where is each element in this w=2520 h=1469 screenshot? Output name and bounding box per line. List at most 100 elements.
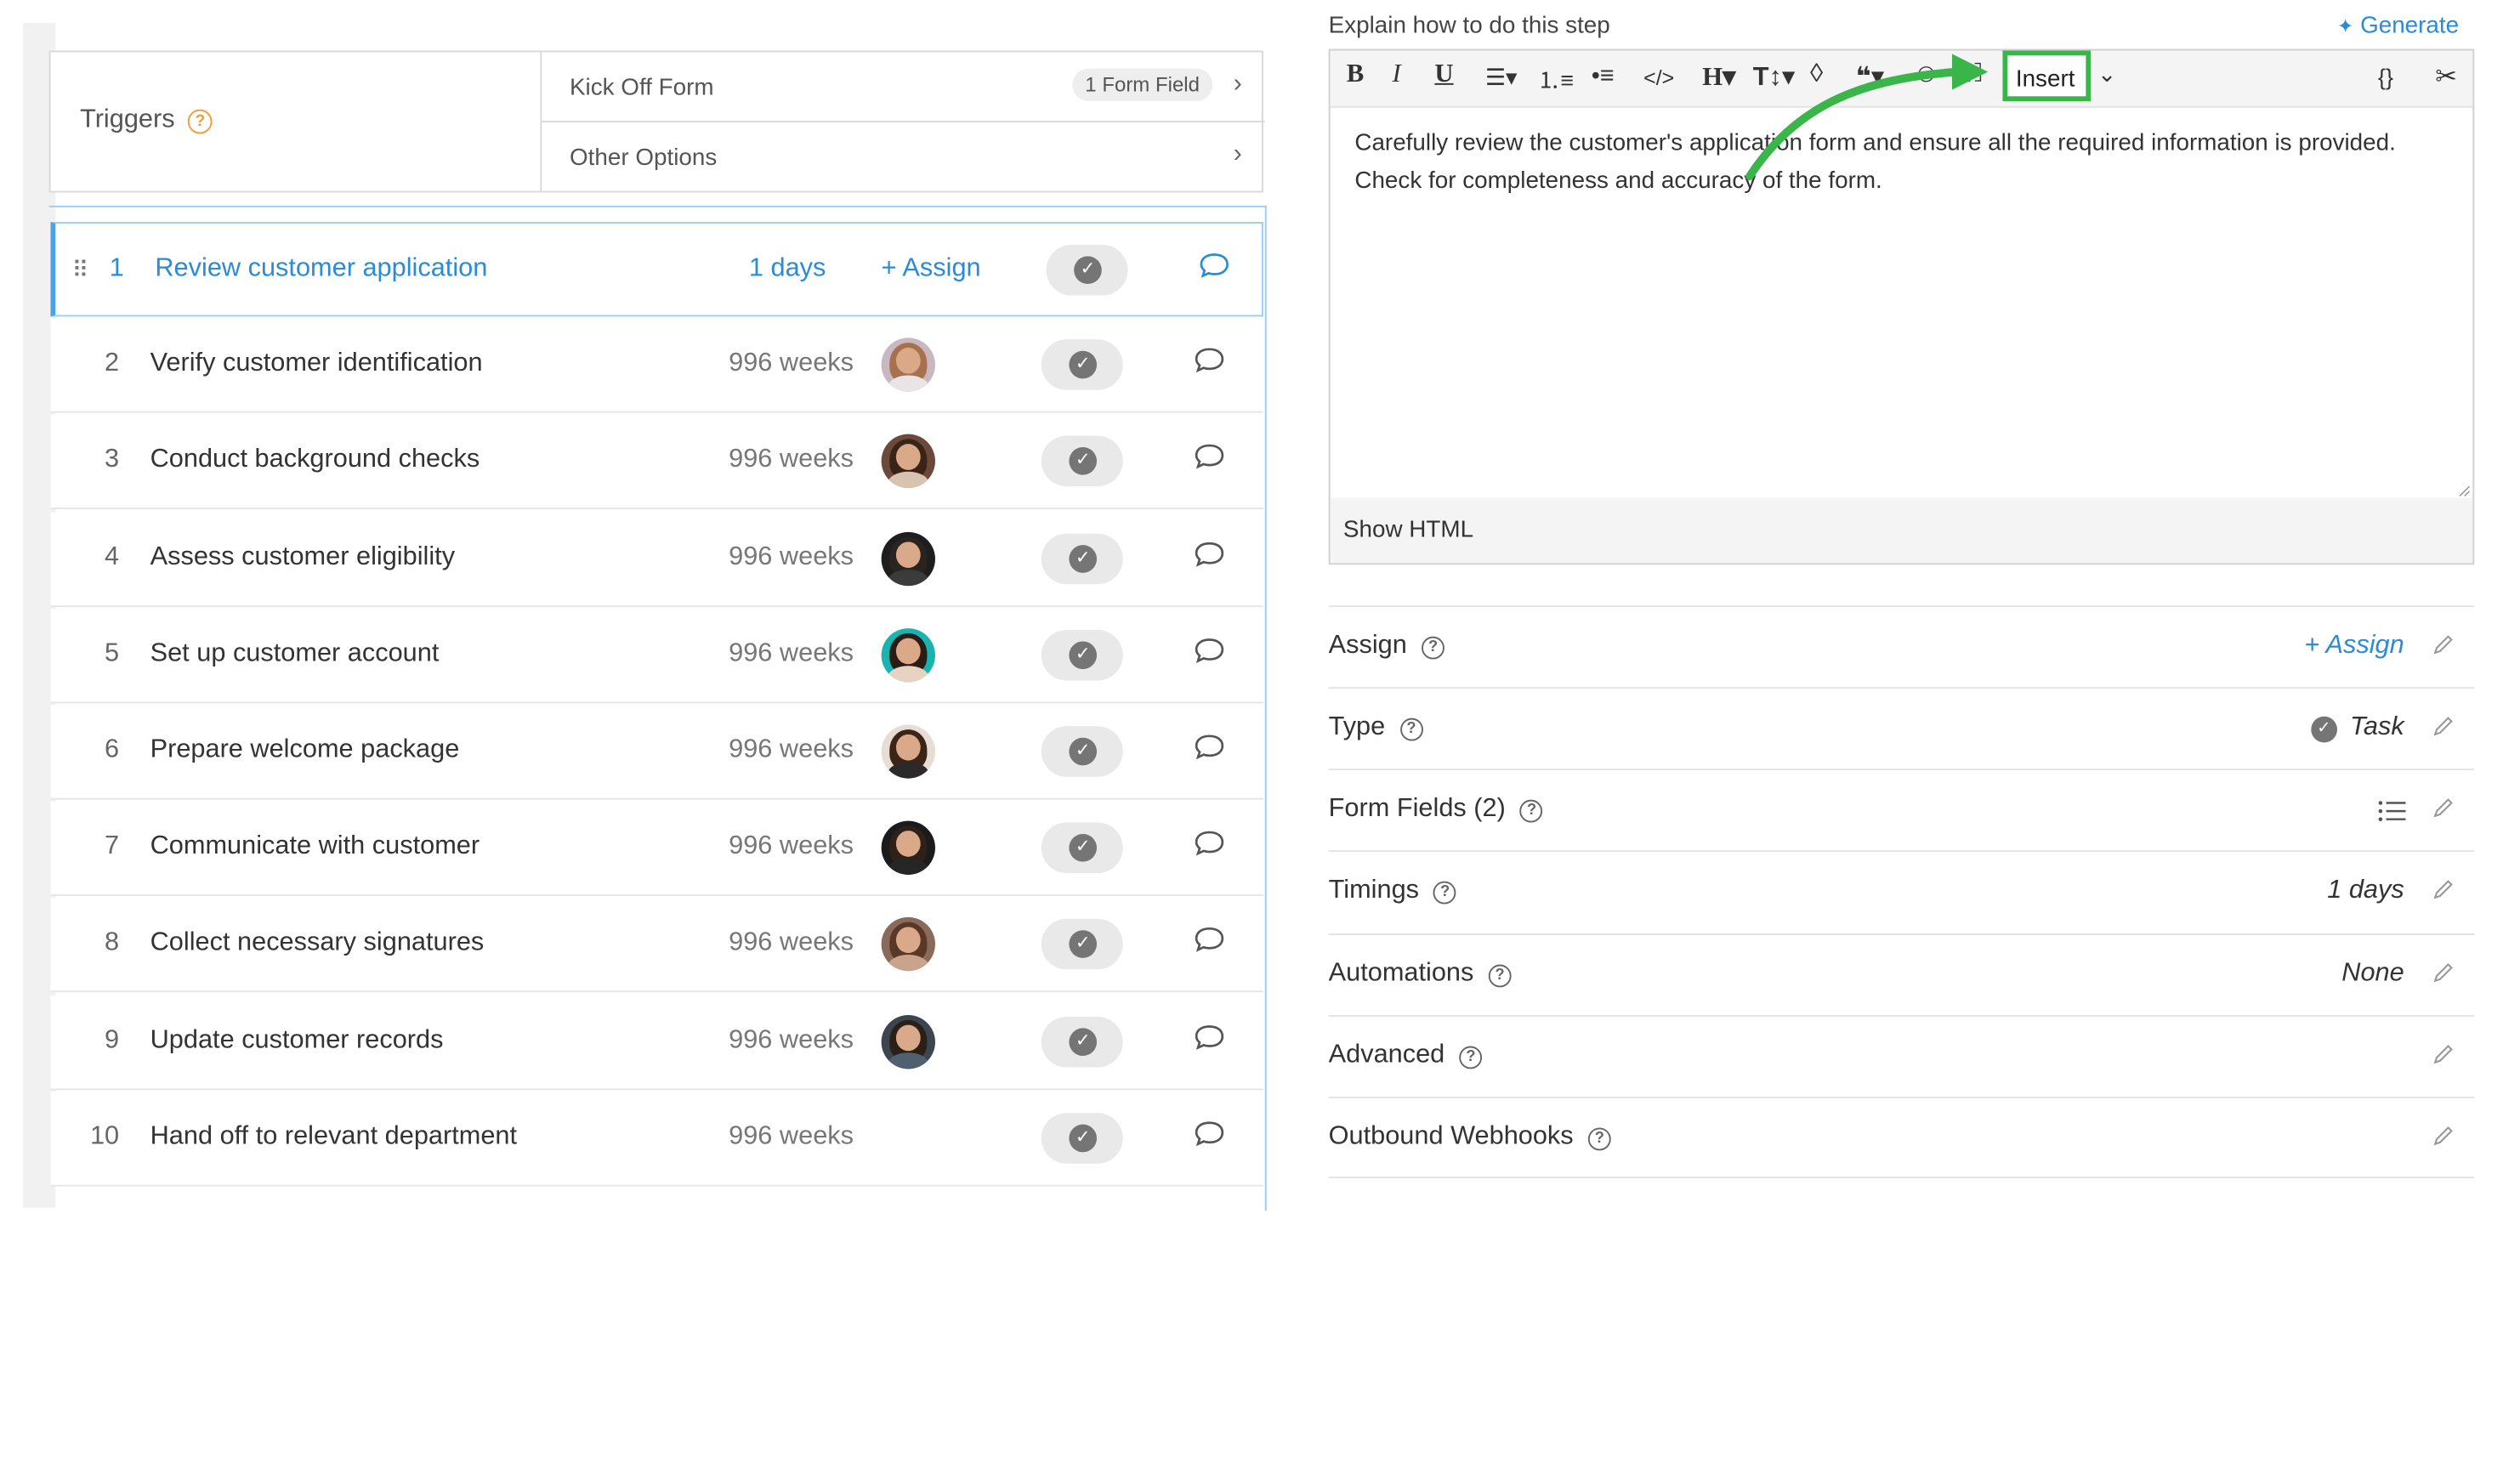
comment-icon[interactable] [1193,828,1225,860]
type-row[interactable]: Type? ✓ Task [1328,687,2475,769]
step-duration: 1 days [748,254,826,283]
help-icon[interactable]: ? [1433,881,1457,905]
insert-button[interactable]: Insert [2016,67,2075,94]
pencil-icon[interactable] [2432,797,2455,820]
editor-footer: Show HTML [1330,497,2473,564]
step-row[interactable]: 8 Collect necessary signatures 996 weeks ✓ [50,898,1263,993]
step-row[interactable]: 6 Prepare welcome package 996 weeks ✓ [50,705,1263,800]
help-icon[interactable]: ? [1520,799,1543,823]
help-icon[interactable]: ? [187,109,213,134]
comment-icon[interactable] [1198,250,1230,282]
avatar[interactable] [881,627,935,683]
avatar[interactable] [881,917,935,972]
step-row[interactable]: 4 Assess customer eligibility 996 weeks ✓ [50,512,1263,607]
help-icon[interactable]: ? [1399,717,1423,741]
step-row[interactable]: 7 Communicate with customer 996 weeks ✓ [50,801,1263,897]
check-circle-icon: ✓ [1069,1124,1098,1152]
comment-icon[interactable] [1193,1118,1225,1150]
step-row[interactable]: 5 Set up customer account 996 weeks ✓ [50,608,1263,704]
type-label: Type? [1329,713,1423,743]
step-title[interactable]: Prepare welcome package [150,736,460,766]
step-row[interactable]: 10 Hand off to relevant department 996 wee… [50,1091,1263,1187]
kick-off-form-row[interactable]: Kick Off Form 1 Form Field › [542,52,1265,122]
automations-row[interactable]: Automations? None [1328,933,2475,1015]
task-type-toggle[interactable]: ✓ [1041,339,1123,391]
avatar[interactable] [881,337,935,393]
step-number: 10 [89,1122,120,1150]
task-type-toggle[interactable]: ✓ [1041,822,1123,874]
form-fields-row[interactable]: Form Fields (2)? [1328,769,2475,850]
task-type-toggle[interactable]: ✓ [1041,1016,1123,1067]
step-duration: 996 weeks [729,349,854,377]
assign-link[interactable]: + Assign [2304,632,2404,661]
comment-icon[interactable] [1193,1021,1225,1053]
bold-icon[interactable]: B [1347,60,1364,90]
pencil-icon[interactable] [2432,1125,2455,1148]
step-title[interactable]: Collect necessary signatures [150,929,485,959]
pencil-icon[interactable] [2432,633,2455,656]
drag-handle-icon[interactable]: ⠿ [71,256,88,284]
other-options-row[interactable]: Other Options › [542,122,1264,193]
pencil-icon[interactable] [2432,961,2455,984]
task-type-toggle[interactable]: ✓ [1041,436,1123,487]
outbound-webhooks-row[interactable]: Outbound Webhooks? [1328,1097,2475,1179]
scissors-icon[interactable]: ✂ [2435,60,2457,93]
pencil-icon[interactable] [2432,715,2455,738]
step-title[interactable]: Hand off to relevant department [150,1122,517,1152]
step-row[interactable]: 3 Conduct background checks 996 weeks ✓ [50,415,1263,510]
timings-row[interactable]: Timings? 1 days [1328,850,2475,932]
step-row[interactable]: 2 Verify customer identification 996 weeks… [50,318,1263,414]
step-title[interactable]: Review customer application [155,254,487,284]
check-circle-icon: ✓ [1069,447,1098,476]
task-type-toggle[interactable]: ✓ [1041,1112,1123,1164]
triggers-label: Triggers [80,105,175,134]
underline-icon[interactable]: U [1434,60,1453,90]
step-title[interactable]: Communicate with customer [150,832,480,862]
avatar[interactable] [881,1014,935,1069]
show-html-button[interactable]: Show HTML [1343,518,1473,544]
step-row[interactable]: ⠿ 1 Review customer application 1 days + Ass… [50,222,1263,317]
ordered-list-icon[interactable]: ⒈≡ [1537,64,1574,96]
task-type-toggle[interactable]: ✓ [1046,244,1128,296]
task-type-toggle[interactable]: ✓ [1041,919,1123,971]
task-type-toggle[interactable]: ✓ [1041,629,1123,681]
help-icon[interactable]: ? [1459,1046,1483,1069]
comment-icon[interactable] [1193,344,1225,377]
step-title[interactable]: Conduct background checks [150,446,480,476]
comment-icon[interactable] [1193,731,1225,763]
step-row[interactable]: 9 Update customer records 996 weeks ✓ [50,995,1263,1090]
comment-icon[interactable] [1193,441,1225,474]
task-type-toggle[interactable]: ✓ [1041,726,1123,777]
comment-icon[interactable] [1193,634,1225,666]
generate-button[interactable]: ✦ Generate [2337,13,2459,39]
braces-icon[interactable]: {} [2378,64,2393,90]
help-icon[interactable]: ? [1488,964,1512,988]
help-icon[interactable]: ? [1587,1127,1611,1151]
avatar[interactable] [881,434,935,489]
step-duration: 996 weeks [729,445,854,474]
step-title[interactable]: Assess customer eligibility [150,542,455,572]
step-title[interactable]: Set up customer account [150,639,440,669]
chevron-down-icon[interactable]: ⌄ [2097,60,2117,88]
outbound-webhooks-label: Outbound Webhooks? [1329,1123,1611,1153]
pencil-icon[interactable] [2432,1043,2455,1066]
comment-icon[interactable] [1193,538,1225,570]
avatar[interactable] [881,724,935,779]
comment-icon[interactable] [1193,924,1225,956]
assign-row[interactable]: Assign? + Assign [1328,605,2475,687]
advanced-row[interactable]: Advanced? [1328,1015,2475,1097]
assign-link[interactable]: + Assign [882,254,981,284]
italic-icon[interactable]: I [1393,60,1401,90]
unordered-list-icon[interactable]: •≡ [1592,62,1615,90]
step-title[interactable]: Update customer records [150,1026,444,1056]
step-title[interactable]: Verify customer identification [150,349,483,379]
avatar[interactable] [881,820,935,876]
resize-handle-icon[interactable] [2458,485,2471,497]
align-icon[interactable]: ☰▾ [1485,64,1518,92]
pencil-icon[interactable] [2432,878,2455,901]
help-icon[interactable]: ? [1422,636,1444,660]
task-type-toggle[interactable]: ✓ [1041,532,1123,584]
timings-value: 1 days [2327,876,2404,905]
avatar[interactable] [881,531,935,586]
code-icon[interactable]: </> [1643,65,1674,90]
